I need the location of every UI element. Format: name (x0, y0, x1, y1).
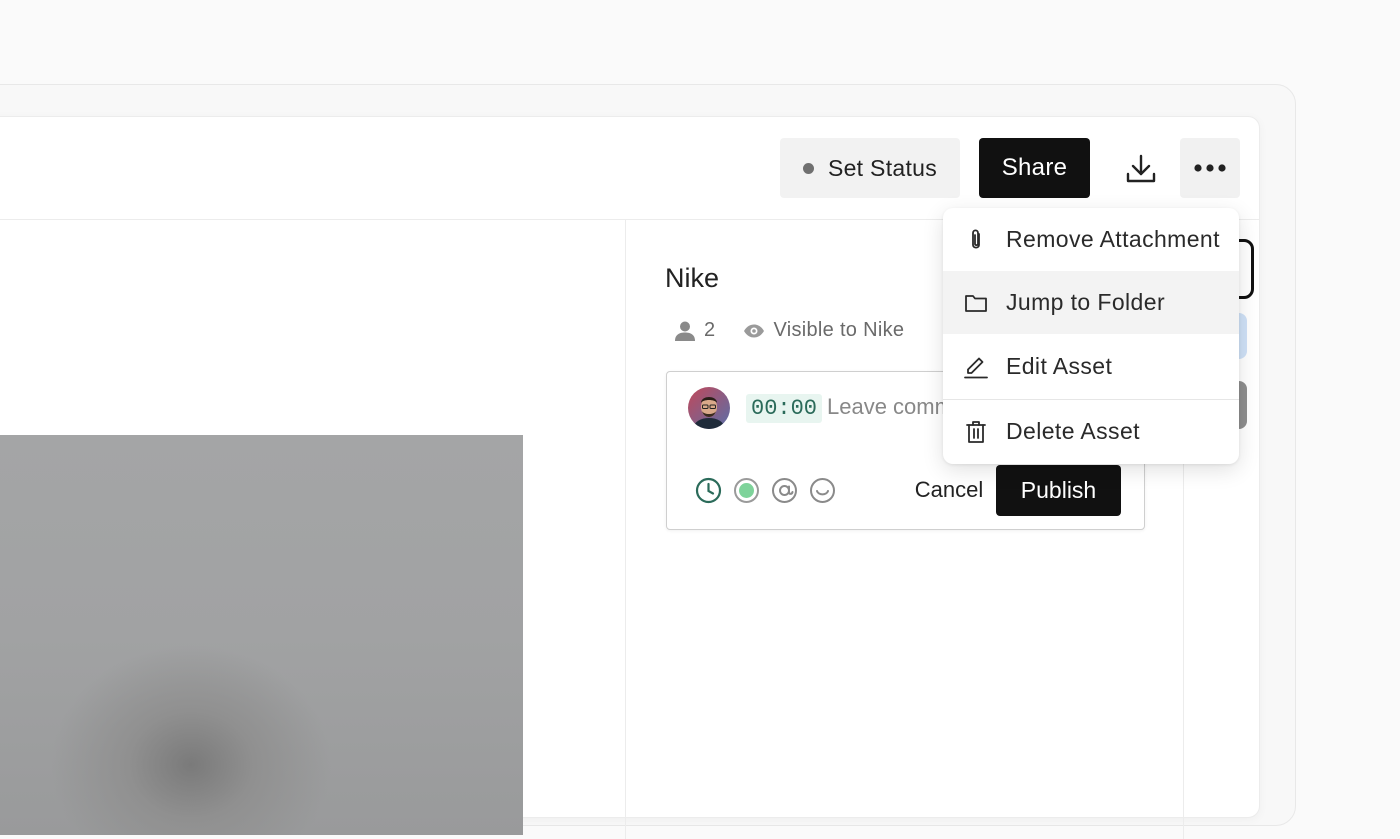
menu-item-label: Remove Attachment (1006, 226, 1220, 252)
menu-item-jump-to-folder[interactable]: Jump to Folder (943, 271, 1239, 334)
clock-icon (695, 477, 721, 503)
visibility-label: Visible to Nike (773, 319, 905, 341)
user-icon (675, 321, 695, 341)
more-horizontal-icon (1194, 164, 1226, 172)
emoji-button[interactable] (808, 476, 836, 504)
annotation-color-button[interactable] (732, 476, 760, 504)
asset-meta: 2 Visible to Nike (674, 319, 904, 342)
download-icon (1126, 154, 1156, 183)
menu-item-delete-asset[interactable]: Delete Asset (943, 400, 1239, 463)
asset-preview-image[interactable] (0, 435, 523, 835)
eye-icon (744, 324, 765, 337)
publish-button[interactable]: Publish (996, 465, 1121, 516)
smiley-icon (809, 477, 835, 503)
cancel-button[interactable]: Cancel (913, 465, 985, 515)
viewer-count: 2 (704, 319, 716, 341)
share-label: Share (1001, 154, 1068, 181)
avatar (688, 387, 730, 429)
folder-icon (963, 290, 989, 316)
timestamp-toggle-button[interactable] (694, 476, 722, 504)
paperclip-icon (963, 227, 989, 253)
menu-item-edit-asset[interactable]: Edit Asset (943, 335, 1239, 398)
green-dot-icon (733, 477, 759, 503)
comment-tools (694, 476, 836, 504)
menu-item-label: Jump to Folder (1006, 289, 1165, 315)
toolbar: Set Status Share (0, 117, 1259, 220)
menu-item-remove-attachment[interactable]: Remove Attachment (943, 208, 1239, 271)
download-button[interactable] (1119, 148, 1163, 190)
status-dot-icon (802, 162, 814, 174)
set-status-label: Set Status (827, 154, 938, 181)
mention-button[interactable] (770, 476, 798, 504)
at-sign-icon (771, 477, 797, 503)
asset-title: Nike (665, 263, 720, 293)
more-options-button[interactable] (1180, 138, 1240, 198)
share-button[interactable]: Share (979, 138, 1090, 198)
pencil-icon (963, 354, 989, 380)
timecode-badge[interactable]: 00:00 (746, 394, 823, 423)
menu-item-label: Delete Asset (1006, 418, 1140, 444)
menu-item-label: Edit Asset (1006, 353, 1113, 379)
more-options-menu: Remove Attachment Jump to Folder Edit As… (943, 208, 1239, 464)
set-status-button[interactable]: Set Status (780, 138, 960, 198)
trash-icon (963, 419, 989, 445)
